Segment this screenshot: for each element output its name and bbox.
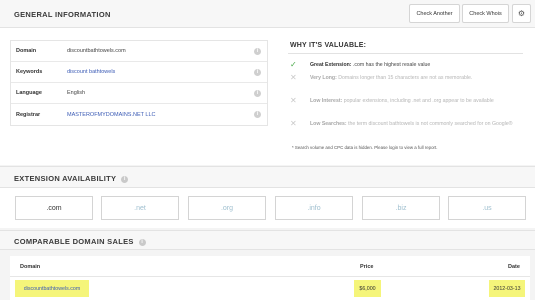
divider [10, 276, 530, 277]
gear-icon: ⚙ [517, 9, 526, 18]
x-icon: ✕ [290, 96, 297, 105]
x-icon: ✕ [290, 73, 297, 82]
keywords-link[interactable]: discount bathtowels [67, 69, 115, 75]
check-whois-button[interactable]: Check Whois [462, 4, 509, 23]
why-item-searches: ✕ Low Searches: the term discount bathto… [290, 120, 520, 128]
info-icon[interactable]: i [254, 69, 261, 76]
divider [288, 53, 523, 54]
why-label: Low Searches: [310, 121, 347, 127]
comparable-sales-title: COMPARABLE DOMAIN SALES [14, 237, 134, 246]
extension-availability-header: EXTENSION AVAILABILITY i [0, 166, 535, 188]
why-label: Great Extension: [310, 62, 352, 68]
why-text: popular extensions, including .net and .… [343, 98, 494, 104]
info-row-registrar: Registrar MASTEROFMYDOMAINS.NET LLC i [11, 104, 267, 125]
registrar-link[interactable]: MASTEROFMYDOMAINS.NET LLC [67, 112, 156, 118]
info-key: Language [16, 90, 42, 96]
extension-org[interactable]: .org [188, 196, 266, 220]
domain-info-table: Domain discountbathtowels.com i Keywords… [10, 40, 268, 126]
extension-biz[interactable]: .biz [362, 196, 440, 220]
x-icon: ✕ [290, 119, 297, 128]
info-icon[interactable]: i [254, 90, 261, 97]
info-value: English [67, 90, 86, 96]
check-another-button[interactable]: Check Another [409, 4, 460, 23]
settings-button[interactable]: ⚙ [512, 4, 531, 23]
info-row-domain: Domain discountbathtowels.com i [11, 41, 267, 62]
comparable-sales-header: COMPARABLE DOMAIN SALES i [0, 230, 535, 250]
why-text: Domains longer than 15 characters are no… [338, 75, 473, 81]
search-volume-note: * Search volume and CPC data is hidden. … [292, 145, 438, 150]
why-item-interest: ✕ Low Interest: popular extensions, incl… [290, 97, 520, 105]
general-info-header: GENERAL INFORMATION Check Another Check … [0, 0, 535, 28]
extension-com[interactable]: .com [15, 196, 93, 220]
checkmark-icon: ✓ [290, 60, 297, 69]
extension-net[interactable]: .net [101, 196, 179, 220]
why-text: .com has the highest resale value [352, 62, 431, 68]
info-value: discountbathtowels.com [67, 48, 126, 54]
sale-date: 2012-03-13 [489, 280, 525, 297]
info-icon[interactable]: i [121, 175, 129, 183]
why-label: Low Interest: [310, 98, 343, 104]
info-row-keywords: Keywords discount bathtowels i [11, 62, 267, 83]
sale-price: $6,000 [354, 280, 381, 297]
info-icon[interactable]: i [254, 48, 261, 55]
column-date: Date [508, 264, 520, 270]
info-key: Domain [16, 48, 37, 54]
column-domain: Domain [20, 264, 41, 270]
info-icon[interactable]: i [254, 111, 261, 118]
why-item-extension: ✓ Great Extension: .com has the highest … [290, 61, 520, 69]
extension-info[interactable]: .info [275, 196, 353, 220]
sale-domain-link[interactable]: discountbathtowels.com [15, 280, 89, 297]
general-info-title: GENERAL INFORMATION [14, 10, 111, 19]
info-key: Registrar [16, 111, 41, 118]
info-row-language: Language English i [11, 83, 267, 104]
info-key: Keywords [16, 69, 43, 75]
why-valuable-title: WHY IT'S VALUABLE: [290, 42, 367, 49]
why-label: Very Long: [310, 75, 337, 81]
info-icon[interactable]: i [138, 238, 146, 246]
why-text: the term discount bathtowels is not comm… [348, 121, 513, 127]
extension-availability-title: EXTENSION AVAILABILITY [14, 174, 117, 183]
column-price: Price [360, 264, 374, 270]
why-item-length: ✕ Very Long: Domains longer than 15 char… [290, 74, 520, 82]
extension-us[interactable]: .us [448, 196, 526, 220]
